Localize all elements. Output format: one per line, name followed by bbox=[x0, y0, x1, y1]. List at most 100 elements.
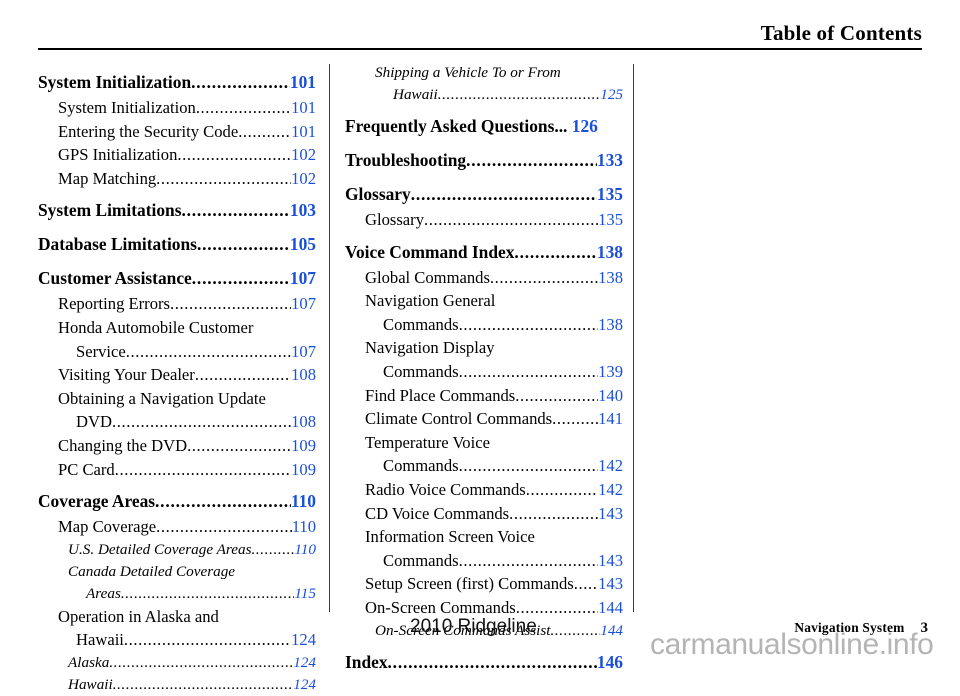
toc-leader-dots bbox=[115, 458, 291, 482]
toc-entry-page-number: 101 bbox=[291, 98, 316, 117]
toc-entry-label: Honda Automobile Customer bbox=[58, 317, 254, 337]
toc-leader-dots bbox=[109, 652, 293, 674]
toc-entry[interactable]: Navigation Display bbox=[345, 336, 625, 360]
toc-entry[interactable]: Climate Control Commands 141 bbox=[345, 407, 625, 431]
toc-entry[interactable]: Commands 142 bbox=[345, 454, 625, 478]
toc-entry[interactable]: GPS Initialization 102 bbox=[38, 143, 318, 167]
toc-entry-label: Temperature Voice bbox=[365, 432, 490, 452]
toc-leader-dots bbox=[466, 146, 597, 174]
toc-entry-label: Glossary bbox=[365, 210, 424, 229]
toc-leader-dots bbox=[526, 478, 598, 502]
toc-leader-dots bbox=[509, 502, 598, 526]
toc-entry[interactable]: Changing the DVD 109 bbox=[38, 434, 318, 458]
toc-entry[interactable]: System Limitations 103 bbox=[38, 196, 318, 224]
toc-entry[interactable]: Commands 143 bbox=[345, 549, 625, 573]
toc-entry[interactable]: Temperature Voice bbox=[345, 431, 625, 455]
toc-entry-page-number: 108 bbox=[291, 365, 316, 385]
toc-entry-label: Map Coverage bbox=[58, 517, 157, 537]
toc-entry[interactable]: Navigation General bbox=[345, 289, 625, 313]
toc-entry-label: Visiting Your Dealer bbox=[58, 365, 195, 385]
toc-leader-dots bbox=[459, 549, 599, 573]
toc-entry[interactable]: U.S. Detailed Coverage Areas 110 bbox=[38, 539, 318, 561]
toc-entry-page-number: 139 bbox=[598, 361, 623, 381]
toc-entry[interactable]: Shipping a Vehicle To or From bbox=[345, 62, 625, 84]
toc-leader-dots bbox=[238, 120, 291, 144]
toc-entry[interactable]: System Initialization 101 bbox=[38, 68, 318, 96]
toc-entry[interactable]: Information Screen Voice bbox=[345, 525, 625, 549]
toc-entry-label: Canada Detailed Coverage bbox=[68, 562, 236, 580]
toc-leader-dots bbox=[552, 407, 598, 431]
toc-leader-dots bbox=[195, 363, 291, 387]
toc-entry[interactable]: Find Place Commands 140 bbox=[345, 384, 625, 408]
toc-leader-dots bbox=[251, 539, 294, 561]
toc-entry[interactable]: PC Card 109 bbox=[38, 458, 318, 482]
toc-entry[interactable]: Alaska 124 bbox=[38, 652, 318, 674]
toc-entry-page-number: 108 bbox=[291, 412, 316, 432]
toc-leader-dots bbox=[196, 96, 291, 120]
toc-entry[interactable]: Voice Command Index 138 bbox=[345, 238, 625, 266]
toc-entry[interactable]: Frequently Asked Questions... 126 bbox=[345, 112, 625, 140]
toc-entry-page-number: 109 bbox=[291, 435, 316, 455]
footer-model-name: 2010 Ridgeline bbox=[410, 616, 537, 637]
toc-entry-label: Service bbox=[76, 341, 126, 361]
table-of-contents: System Initialization101System Initializ… bbox=[0, 62, 960, 693]
toc-entry-label: Hawaii bbox=[68, 675, 113, 693]
page-footer: 2010 Ridgeline Navigation System 3 carman… bbox=[0, 612, 960, 661]
column-divider-right bbox=[633, 64, 634, 612]
toc-entry-label: Navigation General bbox=[365, 291, 496, 311]
toc-entry[interactable]: Glossary 135 bbox=[345, 180, 625, 208]
toc-entry-page-number: 140 bbox=[598, 385, 623, 405]
toc-entry[interactable]: Coverage Areas 110 bbox=[38, 487, 318, 515]
toc-entry-label: Commands bbox=[383, 456, 459, 476]
toc-entry[interactable]: Setup Screen (first) Commands 143 bbox=[345, 572, 625, 596]
toc-entry[interactable]: Hawaii 124 bbox=[38, 674, 318, 696]
toc-entry-page-number: 142 bbox=[598, 479, 623, 499]
toc-entry-label: Shipping a Vehicle To or From bbox=[375, 64, 561, 81]
toc-entry-page-number: 101 bbox=[289, 72, 316, 92]
toc-entry[interactable]: Entering the Security Code 101 bbox=[38, 120, 318, 144]
toc-entry[interactable]: Global Commands 138 bbox=[345, 266, 625, 290]
toc-entry-page-number: 138 bbox=[598, 267, 623, 287]
toc-leader-dots bbox=[438, 84, 600, 106]
toc-entry[interactable]: Hawaii 125 bbox=[345, 84, 625, 106]
toc-entry[interactable]: Canada Detailed Coverage bbox=[38, 561, 318, 583]
toc-entry-page-number: 110 bbox=[291, 517, 316, 537]
toc-entry[interactable]: CD Voice Commands 143 bbox=[345, 502, 625, 526]
toc-entry[interactable]: Map Coverage 110 bbox=[38, 515, 318, 539]
toc-entry-page-number: 110 bbox=[290, 491, 316, 512]
toc-entry[interactable]: Radio Voice Commands 142 bbox=[345, 478, 625, 502]
toc-entry[interactable]: Areas 115 bbox=[38, 583, 318, 605]
toc-entry[interactable]: Reporting Errors 107 bbox=[38, 292, 318, 316]
toc-entry[interactable]: Commands 138 bbox=[345, 313, 625, 337]
toc-entry[interactable]: Glossary 135 bbox=[345, 208, 625, 232]
toc-leader-dots bbox=[121, 583, 294, 605]
toc-entry-page-number: 107 bbox=[291, 341, 316, 361]
toc-entry-page-number: 107 bbox=[289, 268, 316, 289]
toc-entry[interactable]: Honda Automobile Customer bbox=[38, 316, 318, 340]
toc-entry-label: Reporting Errors bbox=[58, 294, 170, 314]
toc-entry[interactable]: Visiting Your Dealer 108 bbox=[38, 363, 318, 387]
toc-entry[interactable]: System Initialization 101 bbox=[38, 96, 318, 120]
toc-entry-label: Coverage Areas bbox=[38, 491, 156, 512]
toc-entry-page-number: 102 bbox=[291, 145, 316, 165]
toc-entry[interactable]: Service 107 bbox=[38, 340, 318, 364]
toc-leader-dots bbox=[192, 264, 290, 292]
toc-entry-page-number: 141 bbox=[598, 409, 623, 429]
toc-entry[interactable]: Database Limitations 105 bbox=[38, 230, 318, 258]
toc-entry[interactable]: Troubleshooting 133 bbox=[345, 146, 625, 174]
toc-entry-page-number: 105 bbox=[289, 234, 316, 255]
toc-entry[interactable]: Obtaining a Navigation Update bbox=[38, 387, 318, 411]
toc-entry[interactable]: Customer Assistance 107 bbox=[38, 264, 318, 292]
toc-entry[interactable]: DVD 108 bbox=[38, 410, 318, 434]
toc-entry[interactable]: Map Matching 102 bbox=[38, 167, 318, 191]
toc-entry-label: Voice Command Index bbox=[345, 241, 515, 262]
toc-entry-page-number: 124 bbox=[293, 653, 316, 671]
toc-entry-page-number: 138 bbox=[596, 241, 623, 262]
toc-entry-label: Alaska bbox=[68, 653, 110, 671]
toc-leader-dots bbox=[197, 230, 290, 258]
toc-leader-dots bbox=[126, 340, 291, 364]
toc-leader-dots bbox=[514, 238, 596, 266]
toc-leader-dots bbox=[459, 313, 599, 337]
toc-leader-dots bbox=[411, 180, 597, 208]
toc-entry[interactable]: Commands 139 bbox=[345, 360, 625, 384]
